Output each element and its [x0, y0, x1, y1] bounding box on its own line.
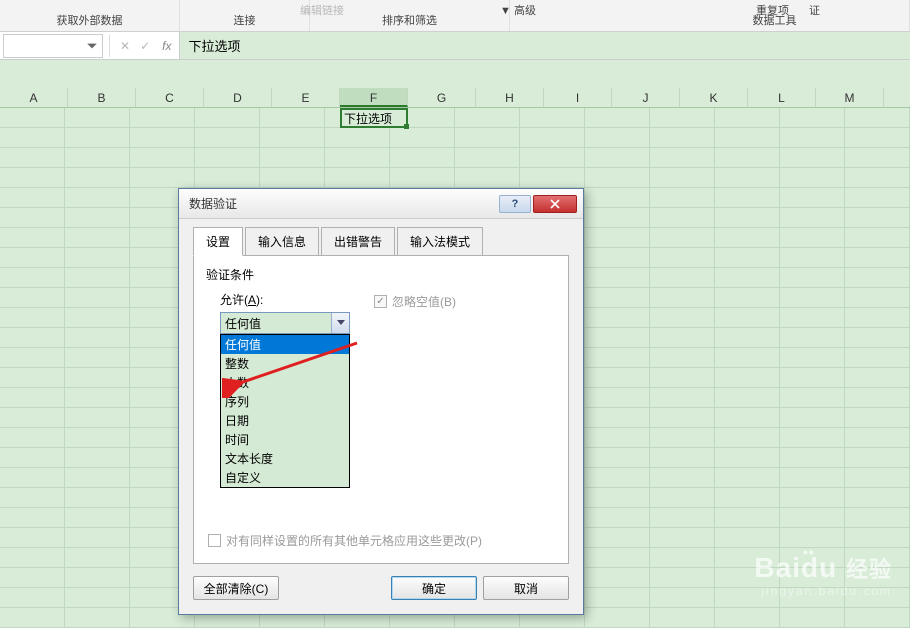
watermark: Baid••u 经验 jingyan.baidu.com: [754, 552, 892, 598]
column-headers: A B C D E F G H I J K L M: [0, 88, 910, 108]
apply-same-checkbox: 对有同样设置的所有其他单元格应用这些更改(P): [208, 532, 556, 549]
clear-all-button[interactable]: 全部清除(C): [193, 576, 279, 600]
edit-links-btn: 编辑链接: [300, 2, 344, 18]
validation-btn[interactable]: 证: [809, 2, 820, 18]
checkbox-label: 对有同样设置的所有其他单元格应用这些更改(P): [226, 532, 482, 549]
col-header[interactable]: B: [68, 88, 136, 107]
ribbon-label: 排序和筛选: [382, 12, 437, 28]
cancel-icon: ✕: [120, 39, 130, 53]
checkbox-icon: [208, 534, 221, 547]
dropdown-option[interactable]: 时间: [221, 430, 349, 449]
col-header[interactable]: E: [272, 88, 340, 107]
fx-icon[interactable]: fx: [154, 39, 179, 53]
ignore-blank-checkbox: ✓ 忽略空值(B): [374, 293, 456, 310]
cancel-button[interactable]: 取消: [483, 576, 569, 600]
col-header[interactable]: K: [680, 88, 748, 107]
col-header[interactable]: L: [748, 88, 816, 107]
combo-value: 任何值: [225, 315, 261, 332]
dialog-title: 数据验证: [189, 195, 237, 212]
dropdown-icon[interactable]: [86, 40, 98, 52]
allow-combobox[interactable]: 任何值: [220, 312, 350, 334]
col-header[interactable]: C: [136, 88, 204, 107]
col-header[interactable]: G: [408, 88, 476, 107]
ribbon-label: 连接: [234, 12, 256, 28]
dropdown-option[interactable]: 任何值: [221, 335, 349, 354]
close-button[interactable]: [533, 195, 577, 213]
checkbox-icon: ✓: [374, 295, 387, 308]
dropdown-option[interactable]: 整数: [221, 354, 349, 373]
col-header[interactable]: I: [544, 88, 612, 107]
dialog-footer: 全部清除(C) 确定 取消: [193, 576, 569, 600]
dropdown-option[interactable]: 日期: [221, 411, 349, 430]
data-validation-dialog: 数据验证 ? 设置 输入信息 出错警告 输入法模式 验证条件 允许(A):: [178, 188, 584, 615]
allow-dropdown-list: 任何值 整数 小数 序列 日期 时间 文本长度 自定义: [220, 334, 350, 488]
confirm-icon: ✓: [140, 39, 150, 53]
ribbon-group-data-tools: 重复项 证 数据工具: [640, 0, 910, 31]
tab-error-alert[interactable]: 出错警告: [321, 227, 395, 255]
col-header[interactable]: H: [476, 88, 544, 107]
active-cell-value: 下拉选项: [344, 110, 392, 127]
col-header[interactable]: F: [340, 88, 408, 107]
ribbon-group-connections: 编辑链接 连接: [180, 0, 310, 31]
col-header[interactable]: M: [816, 88, 884, 107]
tab-ime-mode[interactable]: 输入法模式: [397, 227, 483, 255]
tab-input-message[interactable]: 输入信息: [245, 227, 319, 255]
dialog-tabs: 设置 输入信息 出错警告 输入法模式: [193, 227, 569, 256]
checkbox-label: 忽略空值(B): [392, 293, 456, 310]
ok-button[interactable]: 确定: [391, 576, 477, 600]
ribbon-toolbar: 获取外部数据 编辑链接 连接 ▼ 高级 排序和筛选 重复项 证 数据工具: [0, 0, 910, 32]
dropdown-option[interactable]: 文本长度: [221, 449, 349, 468]
formula-content: 下拉选项: [188, 36, 240, 55]
duplicates-btn[interactable]: 重复项: [756, 2, 789, 18]
allow-label: 允许(A):: [220, 291, 350, 308]
tab-settings[interactable]: 设置: [193, 227, 243, 256]
advanced-btn[interactable]: ▼ 高级: [500, 2, 536, 18]
help-button[interactable]: ?: [499, 195, 531, 213]
formula-input[interactable]: 下拉选项: [179, 32, 910, 59]
col-header[interactable]: D: [204, 88, 272, 107]
formula-bar: ✕ ✓ fx 下拉选项: [0, 32, 910, 60]
dropdown-option[interactable]: 自定义: [221, 468, 349, 487]
col-header[interactable]: J: [612, 88, 680, 107]
col-header[interactable]: A: [0, 88, 68, 107]
tab-panel-settings: 验证条件 允许(A): 任何值 任何值 整数: [193, 256, 569, 564]
dropdown-option[interactable]: 序列: [221, 392, 349, 411]
dialog-titlebar[interactable]: 数据验证 ?: [179, 189, 583, 219]
active-cell[interactable]: 下拉选项: [340, 108, 408, 128]
ribbon-label: 获取外部数据: [57, 12, 123, 28]
fieldset-label: 验证条件: [206, 266, 556, 283]
name-box[interactable]: [3, 34, 103, 58]
dropdown-icon[interactable]: [331, 313, 349, 333]
dropdown-option[interactable]: 小数: [221, 373, 349, 392]
ribbon-group-external-data: 获取外部数据: [0, 0, 180, 31]
